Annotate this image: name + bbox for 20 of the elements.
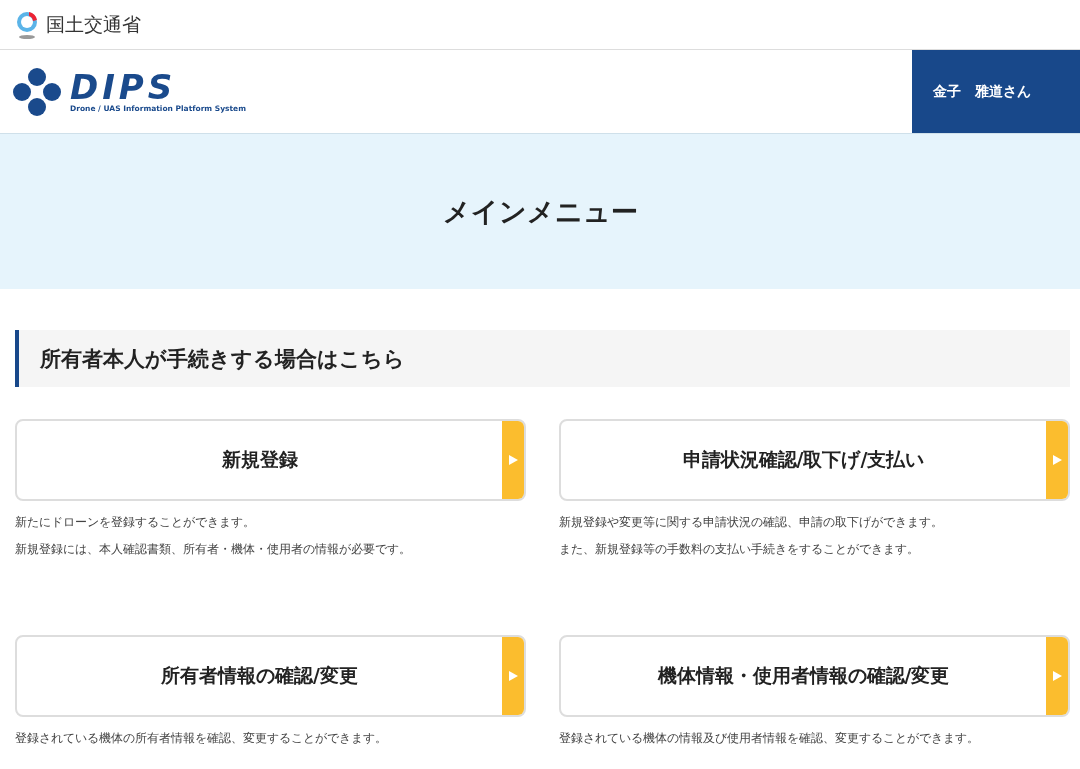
menu-card-button[interactable]: 所有者情報の確認/変更 [15,635,526,717]
play-triangle-icon [1052,455,1062,465]
menu-card-button[interactable]: 新規登録 [15,419,526,501]
page-title: メインメニュー [442,194,638,229]
menu-card-button[interactable]: 申請状況確認/取下げ/支払い [559,419,1070,501]
menu-description: 登録されている機体の情報及び使用者情報を確認、変更することができます。 [559,730,980,747]
ministry-name: 国土交通省 [46,11,141,37]
section-heading: 所有者本人が手続きする場合はこちら [15,330,1070,387]
menu-description: 新たにドローンを登録することができます。 [15,514,256,531]
user-name: 金子 雅道さん [912,50,1080,133]
menu-description: 新規登録や変更等に関する申請状況の確認、申請の取下げができます。 [559,514,944,531]
play-triangle-icon [508,455,518,465]
play-triangle-icon [508,671,518,681]
dots-logo-icon [12,66,62,117]
menu-card-button[interactable]: 機体情報・使用者情報の確認/変更 [559,635,1070,717]
play-triangle-icon [1052,671,1062,681]
menu-description: 新規登録には、本人確認書類、所有者・機体・使用者の情報が必要です。 [15,541,412,558]
menu-description: また、新規登録等の手数料の支払い手続きをすることができます。 [559,541,920,558]
menu-description: 登録されている機体の所有者情報を確認、変更することができます。 [15,730,388,747]
logo-wordmark: DIPS [70,70,177,104]
